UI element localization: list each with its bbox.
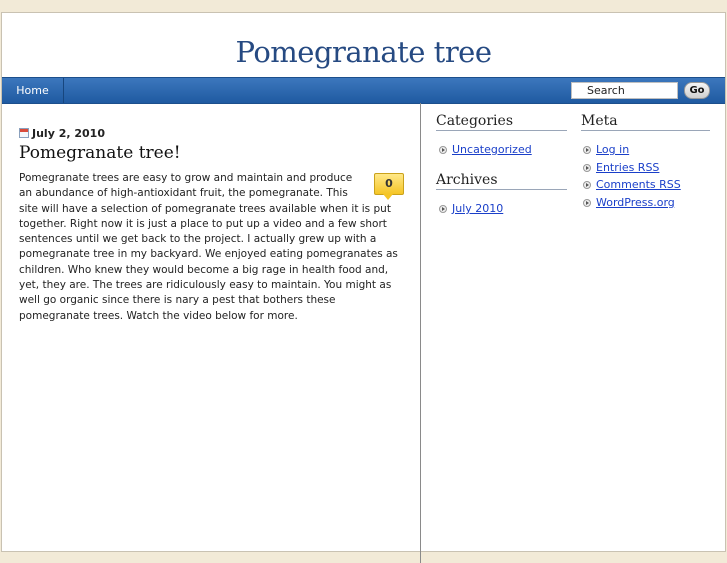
bullet-arrow-icon [439,205,447,213]
category-link-uncategorized[interactable]: Uncategorized [452,143,532,156]
list-item: July 2010 [439,202,503,220]
meta-link-log-in[interactable]: Log in [596,143,629,156]
post-title[interactable]: Pomegranate tree! [19,143,181,163]
list-item: Entries RSS [583,161,681,179]
bullet-arrow-icon [583,146,591,154]
meta-link-entries-rss[interactable]: Entries RSS [596,161,659,174]
content-sidebar-divider [420,103,421,563]
bullet-arrow-icon [583,198,591,207]
meta-link-comments-rss[interactable]: Comments RSS [596,178,681,191]
post-date: July 2, 2010 [19,127,105,140]
archives-list: July 2010 [439,202,503,220]
meta-link-wordpress-org[interactable]: WordPress.org [596,196,675,209]
post-date-text: July 2, 2010 [32,127,105,140]
archive-link-july-2010[interactable]: July 2010 [452,202,503,215]
categories-widget-title: Categories [436,113,567,131]
bullet-arrow-icon [583,181,591,189]
meta-list: Log in Entries RSS Comments RSS WordPres… [583,143,681,213]
search-input[interactable] [571,82,678,99]
list-item: Uncategorized [439,143,532,161]
archives-widget-title: Archives [436,172,567,190]
list-item: Log in [583,143,681,161]
categories-list: Uncategorized [439,143,532,161]
list-item: Comments RSS [583,178,681,196]
post-body-text: Pomegranate trees are easy to grow and m… [19,172,398,322]
meta-widget-title: Meta [581,113,710,131]
bullet-arrow-icon [439,146,447,154]
list-item: WordPress.org [583,196,681,214]
post-body: 0 Pomegranate trees are easy to grow and … [19,171,404,324]
bullet-arrow-icon [583,163,591,172]
calendar-icon [19,128,29,138]
navigation-bar: Home Go [2,77,725,104]
comment-count-badge[interactable]: 0 [374,173,404,200]
nav-home-link[interactable]: Home [2,78,64,103]
page-frame: Pomegranate tree Home Go July 2, 2010 Po… [1,12,726,563]
search-go-button[interactable]: Go [684,82,710,99]
site-title[interactable]: Pomegranate tree [2,35,725,69]
